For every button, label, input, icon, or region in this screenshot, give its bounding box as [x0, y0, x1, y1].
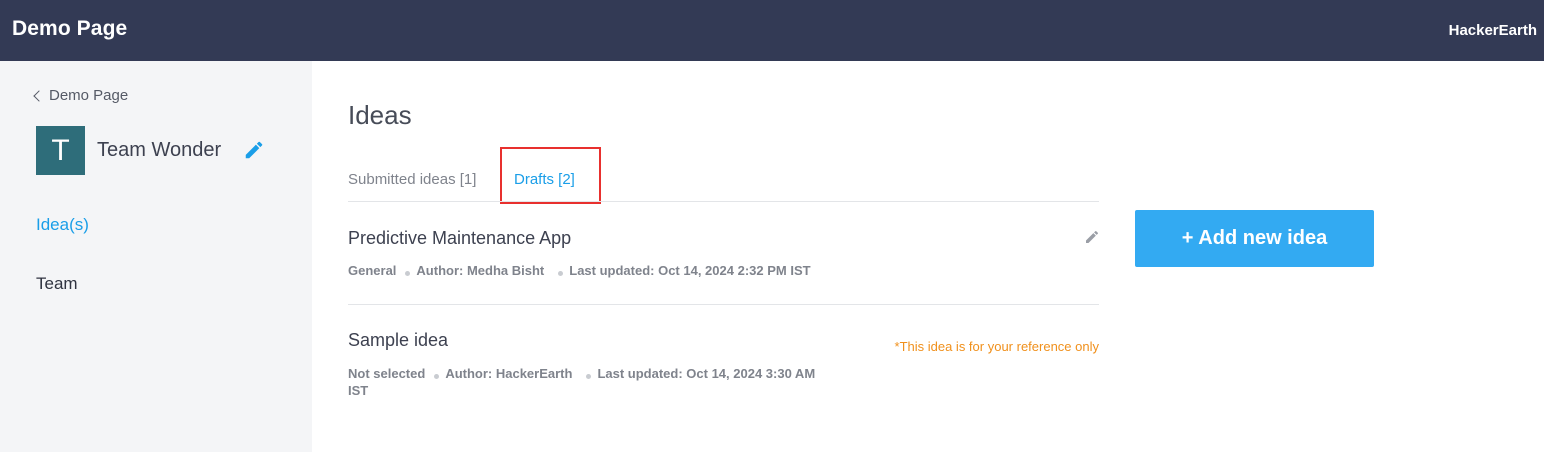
page-title-header[interactable]: Demo Page: [12, 17, 127, 41]
divider: [348, 201, 1099, 202]
sidebar-item-team[interactable]: Team: [36, 274, 78, 294]
pencil-icon[interactable]: [1084, 229, 1100, 245]
org-name[interactable]: HackerEarth: [1449, 22, 1537, 39]
chevron-left-icon: [33, 90, 45, 102]
sidebar-item-ideas[interactable]: Idea(s): [36, 215, 89, 235]
idea-category: General: [348, 263, 397, 278]
reference-note: *This idea is for your reference only: [894, 339, 1099, 354]
top-bar: Demo Page HackerEarth: [0, 0, 1544, 61]
dot-separator: [434, 374, 440, 379]
idea-author: Author: HackerEarth: [445, 366, 573, 381]
back-link-label: Demo Page: [49, 87, 129, 104]
dot-separator: [586, 374, 592, 379]
idea-updated: Last updated: Oct 14, 2024 3:30 AM: [597, 366, 816, 381]
page-title: Ideas: [348, 100, 412, 130]
add-new-idea-button[interactable]: + Add new idea: [1135, 210, 1374, 267]
team-name: Team Wonder: [97, 139, 222, 161]
team-avatar: T: [36, 126, 85, 175]
idea-category: Not selected: [348, 366, 426, 381]
idea-title[interactable]: Predictive Maintenance App: [348, 228, 571, 249]
idea-updated: Last updated: Oct 14, 2024 2:32 PM IST: [569, 263, 811, 278]
idea-title[interactable]: Sample idea: [348, 330, 448, 351]
dot-separator: [405, 271, 411, 276]
tab-submitted-ideas[interactable]: Submitted ideas [1]: [348, 171, 476, 188]
idea-author: Author: Medha Bisht: [416, 263, 545, 278]
divider: [348, 304, 1099, 305]
idea-updated-cont: IST: [348, 383, 369, 398]
pencil-icon[interactable]: [243, 139, 265, 161]
sidebar: Demo Page T Team Wonder Idea(s) Team: [0, 61, 312, 452]
dot-separator: [558, 271, 564, 276]
idea-meta: Not selected Author: HackerEarth Last upda…: [348, 365, 868, 399]
tab-highlight-box: [500, 147, 601, 204]
back-link[interactable]: Demo Page: [33, 87, 129, 104]
idea-meta: General Author: Medha Bisht Last updated: …: [348, 262, 811, 279]
